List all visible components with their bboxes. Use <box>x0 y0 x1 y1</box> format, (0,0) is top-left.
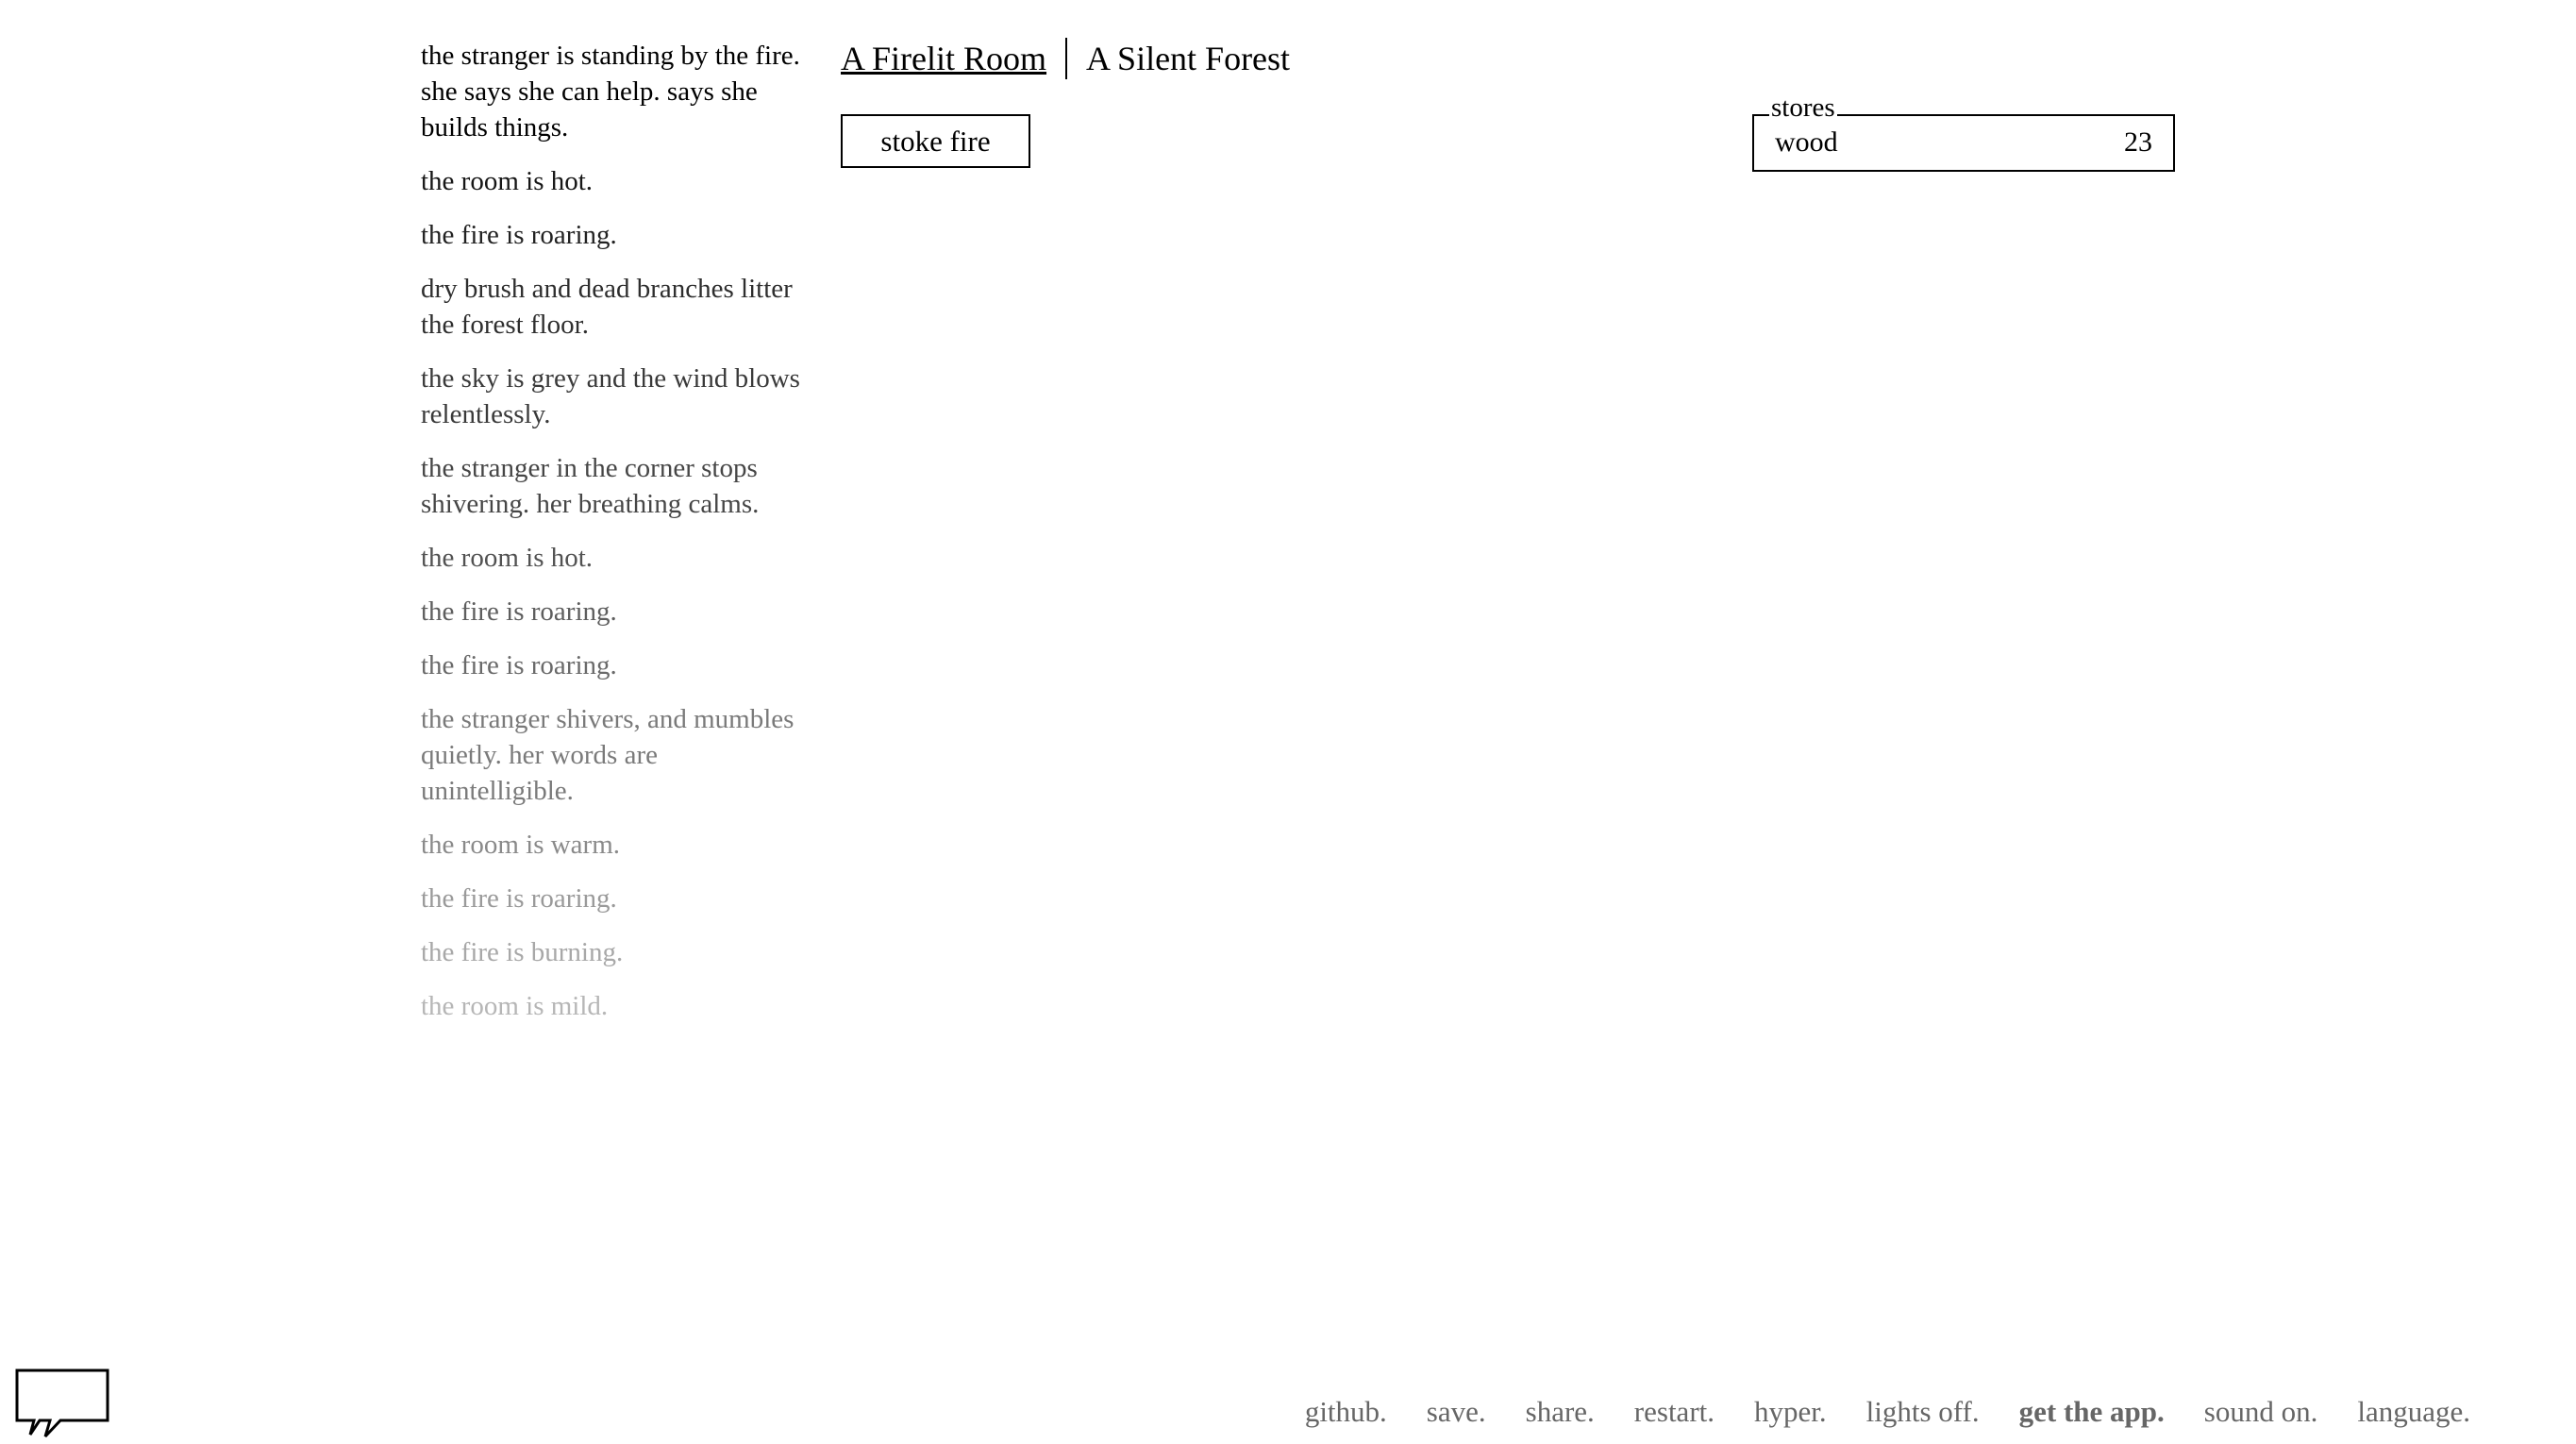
menu-github-link[interactable]: github. <box>1305 1395 1387 1429</box>
menu-restart-link[interactable]: restart. <box>1634 1395 1715 1429</box>
store-name: wood <box>1775 126 1838 158</box>
speech-bubble-icon[interactable] <box>15 1368 109 1439</box>
location-tab-silent-forest[interactable]: A Silent Forest <box>1067 38 1309 79</box>
log-entry: the stranger shivers, and mumbles quietl… <box>421 704 795 806</box>
log-entry: the stranger in the corner stops shiveri… <box>421 453 760 519</box>
log-entry: the room is hot. <box>421 543 594 573</box>
location-header: A Firelit Room A Silent Forest <box>841 34 1309 83</box>
log-entry: the room is mild. <box>421 991 609 1021</box>
store-row-wood: wood 23 <box>1775 126 2152 160</box>
footer-menu: github. save. share. restart. hyper. lig… <box>1305 1395 2470 1429</box>
log-entry: the fire is roaring. <box>421 650 617 680</box>
log-entry: the fire is roaring. <box>421 883 617 914</box>
menu-save-link[interactable]: save. <box>1427 1395 1486 1429</box>
menu-lights-off-link[interactable]: lights off. <box>1866 1395 1980 1429</box>
log-entry: the room is hot. <box>421 166 594 196</box>
log-entry: the fire is roaring. <box>421 596 617 627</box>
menu-share-link[interactable]: share. <box>1526 1395 1595 1429</box>
store-count: 23 <box>2124 126 2152 158</box>
location-tab-firelit-room[interactable]: A Firelit Room <box>841 38 1065 79</box>
event-log: the stranger is standing by the fire. sh… <box>421 38 810 1038</box>
log-entry: the fire is roaring. <box>421 220 617 250</box>
log-entry: the fire is burning. <box>421 937 624 967</box>
menu-hyper-link[interactable]: hyper. <box>1754 1395 1827 1429</box>
stores-panel: stores wood 23 <box>1752 92 2175 172</box>
menu-get-app-link[interactable]: get the app. <box>2019 1395 2165 1429</box>
log-entry: the sky is grey and the wind blows relen… <box>421 363 800 429</box>
stores-legend: stores <box>1769 92 1837 123</box>
menu-sound-link[interactable]: sound on. <box>2204 1395 2318 1429</box>
stoke-fire-button[interactable]: stoke fire <box>841 114 1030 168</box>
log-entry: the stranger is standing by the fire. sh… <box>421 41 800 143</box>
log-entry: the room is warm. <box>421 830 621 860</box>
menu-language-link[interactable]: language. <box>2357 1395 2470 1429</box>
log-entry: dry brush and dead branches litter the f… <box>421 274 793 340</box>
